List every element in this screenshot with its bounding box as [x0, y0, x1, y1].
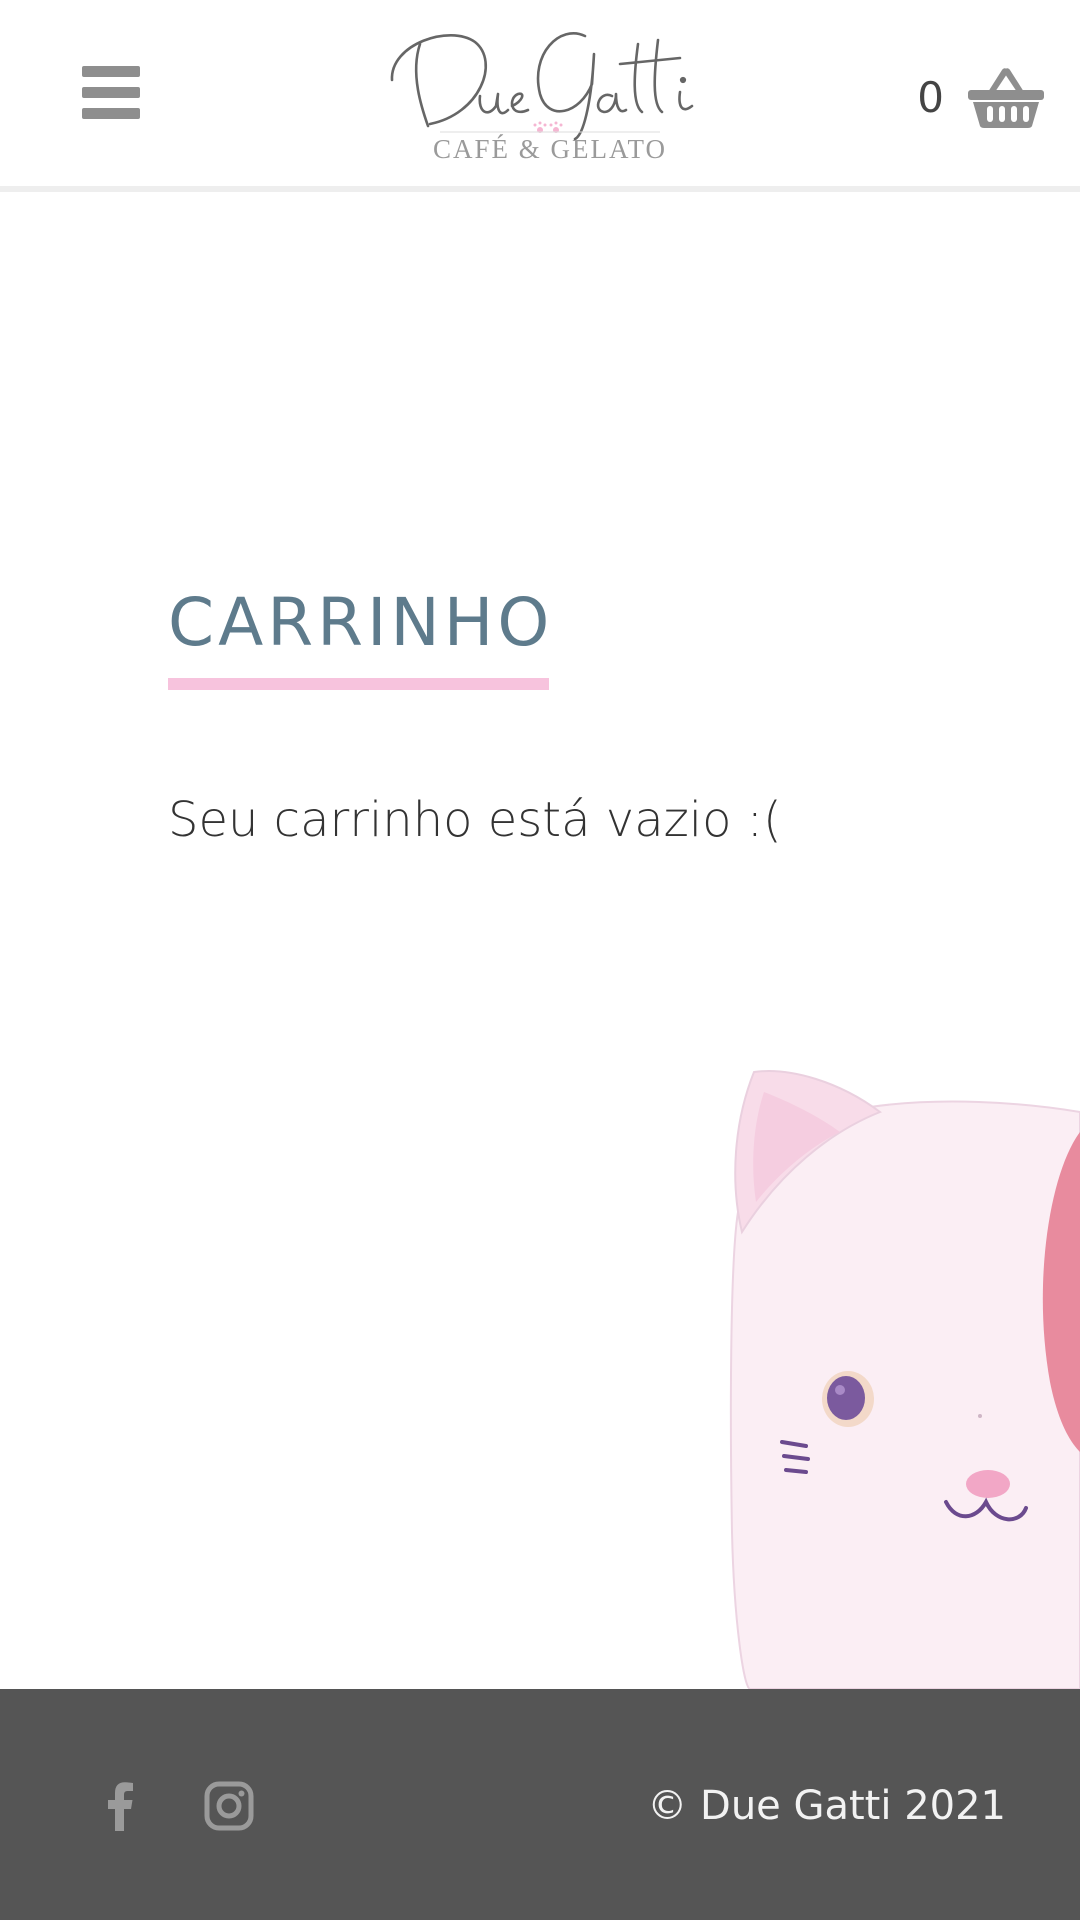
cart-count: 0: [917, 72, 944, 122]
logo-tagline: CAFÉ & GELATO: [432, 134, 667, 164]
facebook-icon: [108, 1782, 133, 1831]
instagram-link[interactable]: [204, 1781, 254, 1831]
title-underline: [168, 678, 549, 690]
cart-page: CARRINHO Seu carrinho está vazio :(: [0, 192, 1080, 1689]
page-title: CARRINHO: [168, 584, 554, 661]
logo-script-image: [390, 32, 694, 141]
facebook-link[interactable]: [96, 1781, 146, 1831]
copyright-text: © Due Gatti 2021: [647, 1783, 1006, 1829]
site-footer: © Due Gatti 2021: [0, 1689, 1080, 1920]
instagram-icon: [204, 1781, 254, 1831]
site-logo[interactable]: CAFÉ & GELATO: [380, 14, 720, 174]
site-header: CAFÉ & GELATO 0: [0, 0, 1080, 192]
empty-cart-message: Seu carrinho está vazio :(: [168, 792, 782, 848]
cart-button[interactable]: 0: [917, 62, 1044, 132]
cat-plush-image: [729, 1070, 1080, 1689]
basket-icon: [968, 68, 1044, 128]
hamburger-menu-icon[interactable]: [82, 66, 142, 120]
